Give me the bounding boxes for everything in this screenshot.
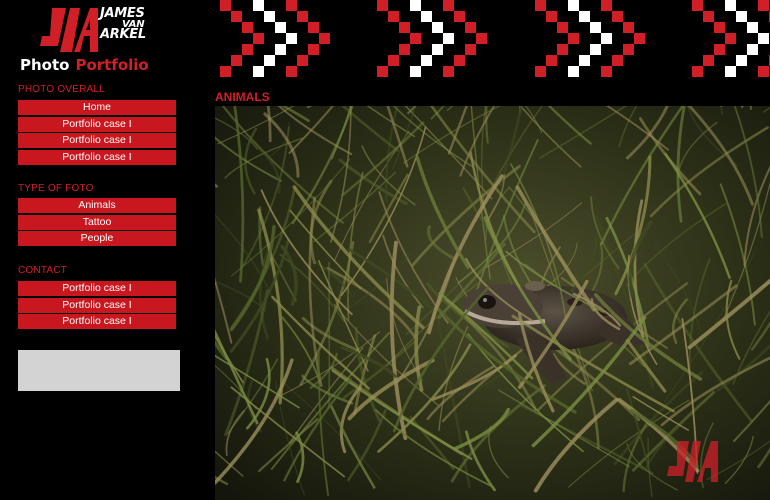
tagline-portfolio: Portfolio <box>75 56 149 74</box>
nav-item-tattoo[interactable]: Tattoo <box>18 214 176 230</box>
nav-item-contact-1[interactable]: Portfolio case I <box>18 281 176 296</box>
nav-item-people[interactable]: People <box>18 231 176 247</box>
logo-name-last: ARKEL <box>100 27 146 42</box>
nav-item-contact-2[interactable]: Portfolio case I <box>18 297 176 313</box>
nav-contact: Portfolio case I Portfolio case I Portfo… <box>18 281 176 331</box>
header-chevron-pattern <box>220 0 770 77</box>
jva-monogram-icon <box>40 8 98 52</box>
frog-photo <box>215 106 770 500</box>
section-title-contact: CONTACT <box>18 265 67 276</box>
nav-item-contact-3[interactable]: Portfolio case I <box>18 314 176 330</box>
section-title-photo-overall: PHOTO OVERALL <box>18 84 105 95</box>
nav-item-portfolio-case-3[interactable]: Portfolio case I <box>18 149 176 165</box>
nav-type-of-foto: Animals Tattoo People <box>18 198 176 248</box>
site-logo[interactable]: JAMES VAN ARKEL Photo Portfolio <box>18 4 198 76</box>
nav-item-portfolio-case-2[interactable]: Portfolio case I <box>18 133 176 149</box>
nav-item-home[interactable]: Home <box>18 100 176 115</box>
logo-tagline: Photo Portfolio <box>20 56 149 74</box>
frog-photo-image <box>215 106 770 500</box>
tagline-photo: Photo <box>20 56 70 74</box>
page-title: ANIMALS <box>215 90 270 104</box>
logo-name: JAMES VAN ARKEL <box>100 7 146 42</box>
nav-photo-overall: Home Portfolio case I Portfolio case I P… <box>18 100 176 166</box>
section-title-type-of-foto: TYPE OF FOTO <box>18 183 94 194</box>
nav-item-portfolio-case-1[interactable]: Portfolio case I <box>18 116 176 132</box>
nav-item-animals[interactable]: Animals <box>18 198 176 213</box>
sidebar-input-box[interactable] <box>18 350 180 391</box>
